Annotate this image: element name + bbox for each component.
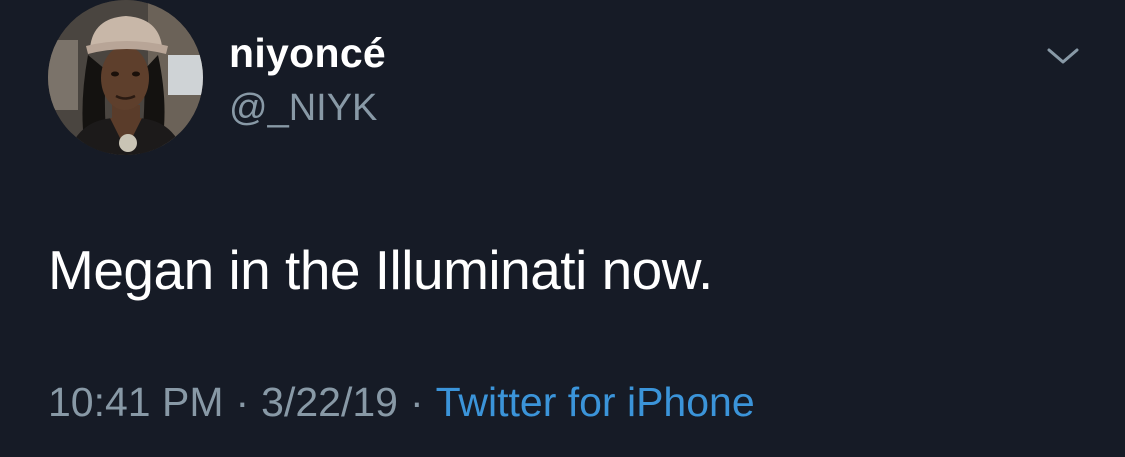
avatar-image bbox=[48, 0, 203, 155]
tweet-meta: 10:41 PM · 3/22/19 · Twitter for iPhone bbox=[48, 379, 755, 425]
tweet-date[interactable]: 3/22/19 bbox=[261, 379, 398, 425]
display-name[interactable]: niyoncé bbox=[229, 30, 386, 76]
tweet: niyoncé @_NIYK Megan in the Illuminati n… bbox=[0, 0, 1125, 457]
user-handle[interactable]: @_NIYK bbox=[229, 86, 386, 130]
separator: · bbox=[409, 379, 424, 425]
tweet-source-link[interactable]: Twitter for iPhone bbox=[436, 379, 755, 425]
chevron-down-icon[interactable] bbox=[1043, 40, 1083, 70]
user-info: niyoncé @_NIYK bbox=[229, 30, 386, 130]
tweet-time[interactable]: 10:41 PM bbox=[48, 379, 224, 425]
separator: · bbox=[235, 379, 250, 425]
tweet-text: Megan in the Illuminati now. bbox=[48, 239, 713, 301]
avatar[interactable] bbox=[48, 0, 203, 155]
